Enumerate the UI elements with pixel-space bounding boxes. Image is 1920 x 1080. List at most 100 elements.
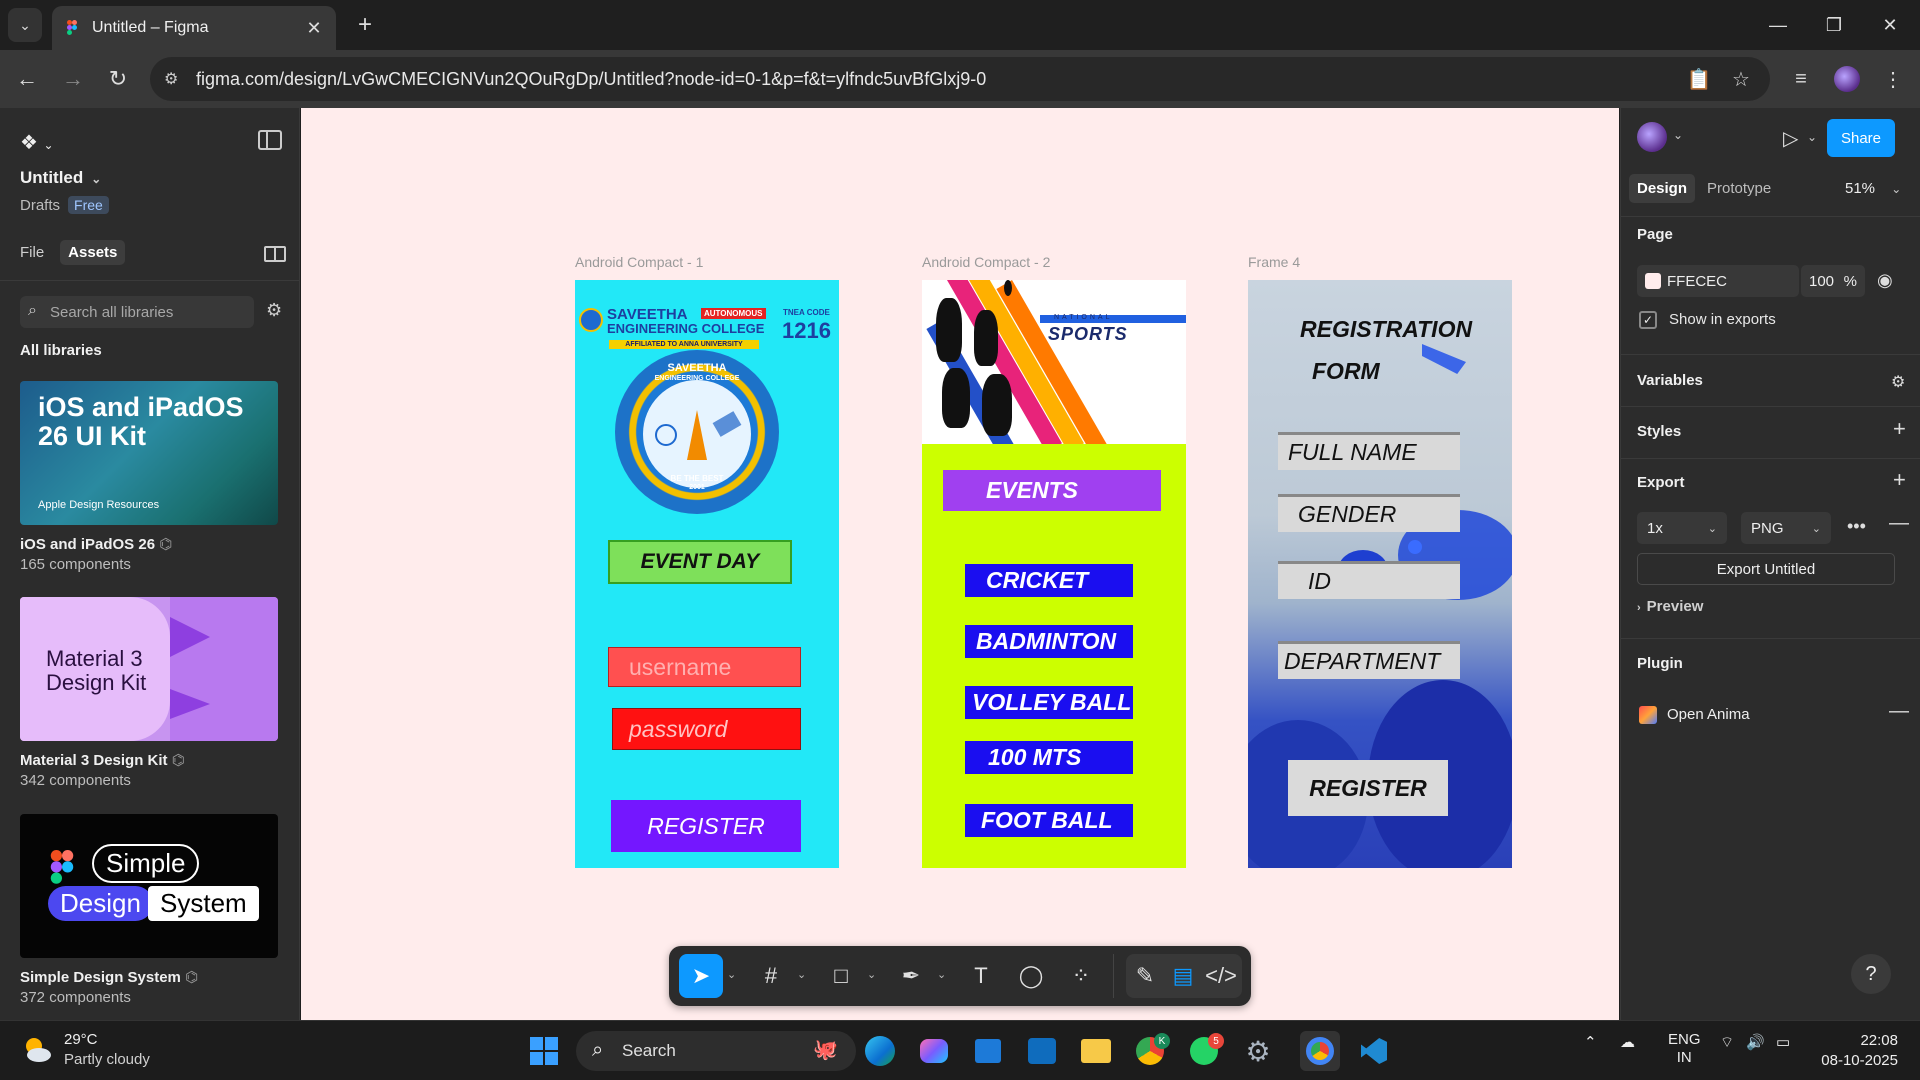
add-export-icon[interactable]: + [1893,467,1906,493]
weather-partly-cloudy-icon[interactable] [20,1033,54,1067]
design-mode-icon[interactable]: ▤ [1164,954,1202,998]
tab-file[interactable]: File [12,240,52,265]
file-title[interactable]: Untitled ⌄ [20,168,101,188]
language-indicator[interactable]: ENG IN [1668,1031,1701,1067]
tab-close-icon[interactable]: ✕ [304,18,324,39]
plugin-name[interactable]: Open Anima [1667,706,1750,723]
comment-tool-icon[interactable]: ◯ [1009,954,1053,998]
edge-browser-icon[interactable] [860,1031,900,1071]
id-field[interactable]: ID [1278,561,1460,599]
export-button[interactable]: Export Untitled [1637,553,1895,585]
tab-assets[interactable]: Assets [60,240,126,265]
password-field[interactable]: password [612,708,801,750]
zoom-control[interactable]: 51% ⌄ [1845,180,1901,197]
draw-mode-icon[interactable]: ✎ [1126,954,1164,998]
clipboard-icon[interactable]: 📋 [1684,64,1714,94]
battery-icon[interactable]: ▭ [1776,1033,1790,1051]
dev-mode-icon[interactable]: </> [1202,954,1240,998]
onedrive-cloud-icon[interactable]: ☁ [1620,1033,1635,1051]
back-button[interactable]: ← [12,64,42,94]
events-header[interactable]: EVENTS [943,470,1161,511]
register-button[interactable]: REGISTER [611,800,801,852]
move-tool-icon[interactable]: ➤ [679,954,723,998]
chevron-down-icon[interactable]: ⌄ [797,968,806,981]
frame-android-compact-1[interactable]: SAVEETHA ENGINEERING COLLEGE AUTONOMOUS A… [575,280,839,868]
actions-tool-icon[interactable]: ⁘ [1059,954,1103,998]
chevron-down-icon[interactable]: ⌄ [1673,128,1683,142]
forward-button[interactable]: → [58,64,88,94]
restore-button[interactable]: ❐ [1814,10,1854,40]
remove-export-icon[interactable]: — [1889,512,1909,535]
event-button-foot-ball[interactable]: FOOT BALL [965,804,1133,837]
event-button-badminton[interactable]: BADMINTON [965,625,1133,658]
chrome-profile-icon[interactable]: K [1130,1031,1170,1071]
page-color-swatch[interactable] [1645,273,1661,289]
event-button-volley-ball[interactable]: VOLLEY BALL [965,686,1133,719]
browser-tab-active[interactable]: Untitled – Figma ✕ [52,6,336,50]
event-button-cricket[interactable]: CRICKET [965,564,1133,597]
outlook-icon[interactable] [1022,1031,1062,1071]
library-search-input[interactable]: ⌕ Search all libraries [20,296,254,328]
page-color-field[interactable]: FFECEC [1637,265,1799,297]
file-explorer-icon[interactable] [1076,1031,1116,1071]
chrome-browser-icon[interactable] [1300,1031,1340,1071]
present-play-icon[interactable]: ▷ [1783,126,1798,151]
export-format-select[interactable]: PNG ⌄ [1741,512,1831,544]
chevron-down-icon[interactable]: ⌄ [867,968,876,981]
register-button[interactable]: REGISTER [1288,760,1448,816]
more-options-icon[interactable]: ••• [1847,516,1866,537]
gender-field[interactable]: GENDER [1278,494,1460,532]
event-day-label[interactable]: EVENT DAY [608,540,792,584]
address-bar[interactable]: ⚙ figma.com/design/LvGwCMECIGNVun2QOuRgD… [150,57,1770,101]
library-card-material3[interactable]: Material 3 Design Kit [20,597,278,741]
chevron-down-icon[interactable]: ⌄ [1807,130,1817,144]
department-field[interactable]: DEPARTMENT [1278,641,1460,679]
variables-settings-icon[interactable]: ⚙ [1891,372,1905,392]
profile-avatar[interactable] [1834,66,1860,92]
library-name[interactable]: iOS and iPadOS 26 ⌬ [20,535,172,553]
remove-plugin-icon[interactable]: — [1889,700,1909,723]
eye-icon[interactable]: ◉ [1877,270,1893,291]
chevron-down-icon[interactable]: ⌄ [727,968,736,981]
library-book-icon[interactable] [264,246,286,262]
tab-search-button[interactable]: ⌄ [8,8,42,42]
show-in-exports-checkbox[interactable]: ✓ [1639,311,1657,329]
variables-section-title[interactable]: Variables [1637,372,1703,389]
figma-canvas[interactable]: Android Compact - 1 Android Compact - 2 … [301,108,1619,1020]
library-card-sds[interactable]: Simple Design System [20,814,278,958]
library-card-ios[interactable]: iOS and iPadOS 26 UI Kit Apple Design Re… [20,381,278,525]
frame-4-registration[interactable]: REGISTRATION FORM FULL NAME GENDER ID DE… [1248,280,1512,868]
tab-design[interactable]: Design [1629,174,1696,203]
filter-icon[interactable]: ⚙ [266,300,282,321]
wifi-icon[interactable]: ⌔ [1720,1033,1734,1052]
microsoft-store-icon[interactable] [968,1031,1008,1071]
frame-label[interactable]: Frame 4 [1248,254,1300,270]
taskbar-search[interactable]: ⌕ Search 🐙 [576,1031,856,1071]
rectangle-tool-icon[interactable]: □ [819,954,863,998]
frame-tool-icon[interactable]: # [749,954,793,998]
settings-gear-icon[interactable]: ⚙ [1238,1031,1278,1071]
new-tab-button[interactable]: + [350,10,380,40]
weather-description[interactable]: Partly cloudy [64,1051,150,1068]
volume-icon[interactable]: 🔊 [1746,1033,1765,1051]
media-control-icon[interactable]: ≡ [1786,64,1816,94]
user-avatar[interactable] [1637,122,1667,152]
close-window-button[interactable]: ✕ [1870,10,1910,40]
chevron-up-icon[interactable]: ⌃ [1584,1033,1597,1051]
minimize-button[interactable]: — [1758,10,1798,40]
frame-label[interactable]: Android Compact - 1 [575,254,703,270]
share-button[interactable]: Share [1827,119,1895,157]
export-scale-select[interactable]: 1x ⌄ [1637,512,1727,544]
windows-start-icon[interactable] [524,1031,564,1071]
reload-button[interactable]: ↻ [103,64,133,94]
add-style-icon[interactable]: + [1893,416,1906,442]
browser-menu-icon[interactable]: ⋮ [1878,64,1908,94]
sidebar-toggle-icon[interactable] [258,130,282,150]
frame-label[interactable]: Android Compact - 2 [922,254,1050,270]
library-name[interactable]: Material 3 Design Kit ⌬ [20,751,185,769]
whatsapp-icon[interactable]: 5 [1184,1031,1224,1071]
copilot-icon[interactable] [914,1031,954,1071]
help-button[interactable]: ? [1851,954,1891,994]
site-info-icon[interactable]: ⚙ [164,69,184,89]
tab-prototype[interactable]: Prototype [1699,174,1779,203]
